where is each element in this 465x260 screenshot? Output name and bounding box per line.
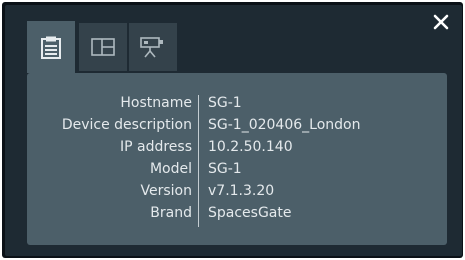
hostname-label: Hostname [120,95,192,111]
version-label: Version [140,183,192,199]
device-description-label: Device description [61,117,192,133]
info-row-version: Version v7.1.3.20 [27,183,447,203]
info-row-brand: Brand SpacesGate [27,205,447,225]
info-row-ip-address: IP address 10.2.50.140 [27,139,447,159]
model-label: Model [149,161,192,177]
tab-camera[interactable] [129,23,177,71]
close-button[interactable] [432,13,450,31]
camera-icon [140,37,163,58]
window-frame: Hostname SG-1 Device description SG-1_02… [2,2,463,258]
info-row-hostname: Hostname SG-1 [27,95,447,115]
device-description-value: SG-1_020406_London [208,117,361,133]
close-icon [433,14,449,30]
ip-address-value: 10.2.50.140 [208,139,293,155]
info-row-model: Model SG-1 [27,161,447,181]
info-panel: Hostname SG-1 Device description SG-1_02… [27,73,447,245]
brand-value: SpacesGate [208,205,292,221]
tab-info[interactable] [27,21,75,73]
info-row-device-description: Device description SG-1_020406_London [27,117,447,137]
tab-layout[interactable] [79,23,127,71]
brand-label: Brand [150,205,192,221]
version-value: v7.1.3.20 [208,183,275,199]
layout-icon [91,38,115,56]
hostname-value: SG-1 [208,95,242,111]
device-info-dialog: Hostname SG-1 Device description SG-1_02… [5,5,462,256]
ip-address-label: IP address [119,139,192,155]
clipboard-icon [41,36,61,59]
model-value: SG-1 [208,161,242,177]
